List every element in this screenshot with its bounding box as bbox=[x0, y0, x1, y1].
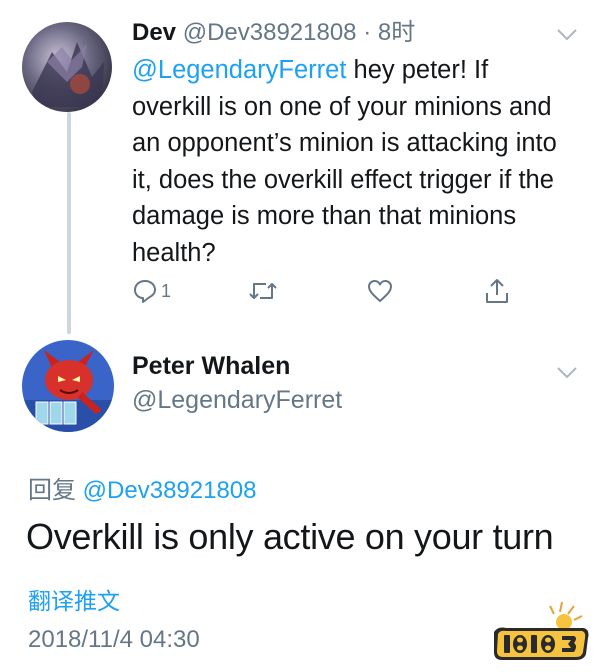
reply-count: 1 bbox=[161, 280, 172, 301]
share-button[interactable] bbox=[484, 276, 510, 306]
chevron-down-icon[interactable] bbox=[556, 28, 578, 42]
reply-button[interactable]: 1 bbox=[132, 276, 171, 306]
chevron-down-icon[interactable] bbox=[556, 366, 578, 380]
author-name[interactable]: Dev bbox=[132, 19, 176, 46]
share-icon bbox=[486, 279, 508, 303]
replying-to: 回复 @Dev38921808 bbox=[28, 470, 257, 505]
like-button[interactable] bbox=[366, 276, 394, 306]
tweet-time[interactable]: 8时 bbox=[378, 19, 415, 46]
tweet-header: Dev @Dev38921808 · 8时 bbox=[132, 12, 415, 47]
author-handle[interactable]: @Dev38921808 bbox=[183, 19, 357, 46]
reply-icon bbox=[134, 280, 156, 303]
watermark-logo bbox=[494, 601, 589, 660]
reply-to-handle[interactable]: @Dev38921808 bbox=[83, 477, 257, 504]
retweet-icon bbox=[249, 283, 277, 299]
translate-tweet-link[interactable]: 翻译推文 bbox=[28, 582, 120, 616]
reply-author-name[interactable]: Peter Whalen bbox=[132, 352, 290, 381]
tweet-text: @LegendaryFerret hey peter! If overkill … bbox=[132, 52, 572, 271]
tweet-mention[interactable]: @LegendaryFerret bbox=[132, 56, 346, 84]
reply-prefix: 回复 bbox=[28, 477, 76, 504]
reply-author-handle[interactable]: @LegendaryFerret bbox=[132, 386, 342, 415]
reply-text: Overkill is only active on your turn bbox=[26, 516, 554, 557]
reply-timestamp: 2018/11/4 04:30 bbox=[28, 626, 200, 653]
avatar-peter[interactable] bbox=[22, 340, 114, 432]
tweet-body: hey peter! If overkill is on one of your… bbox=[132, 56, 557, 267]
header-separator: · bbox=[363, 19, 372, 46]
retweet-button[interactable] bbox=[248, 276, 278, 306]
tweet-actions: 1 bbox=[0, 276, 600, 310]
avatar-dev[interactable] bbox=[22, 22, 112, 112]
like-icon bbox=[368, 280, 392, 302]
